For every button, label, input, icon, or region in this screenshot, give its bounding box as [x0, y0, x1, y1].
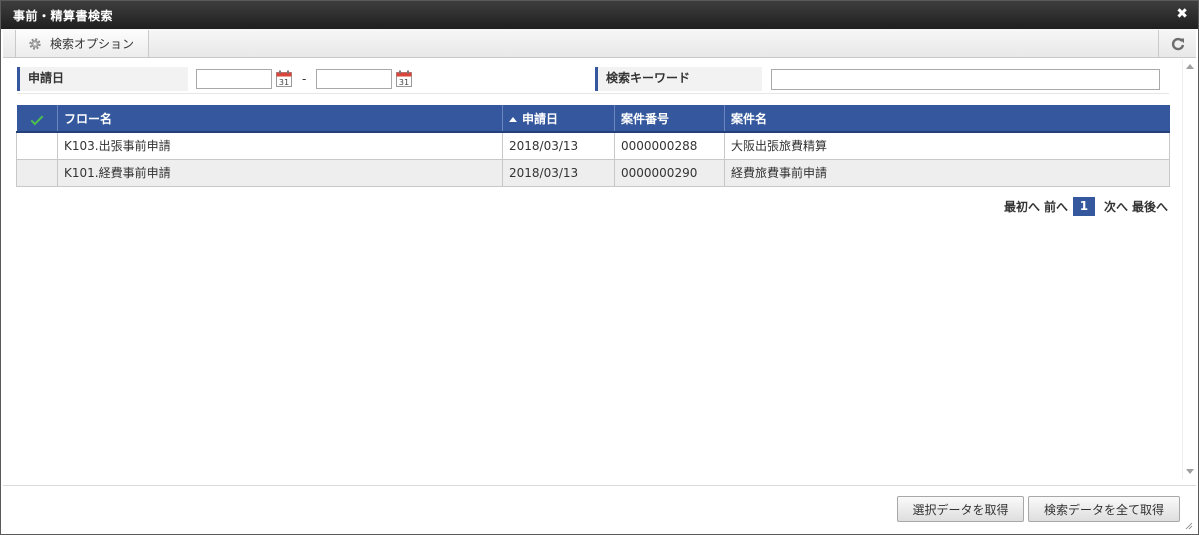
svg-text:31: 31	[399, 78, 409, 87]
divider	[17, 93, 1169, 94]
pager-next[interactable]: 次へ	[1104, 198, 1128, 215]
cell-flow: K101.経費事前申請	[57, 158, 503, 187]
search-conditions: 申請日 31 - 31 検索キーワード	[17, 65, 1169, 93]
column-header-date[interactable]: 申請日	[502, 105, 615, 133]
gear-icon	[29, 37, 41, 50]
pager-prev[interactable]: 前へ	[1044, 198, 1068, 215]
row-select-cell[interactable]	[16, 131, 58, 160]
scroll-up-arrow-icon[interactable]	[1186, 64, 1194, 69]
date-label: 申請日	[17, 67, 188, 91]
refresh-button[interactable]	[1158, 30, 1196, 57]
date-to-input[interactable]	[316, 69, 392, 89]
sort-ascending-icon	[509, 116, 517, 122]
pagination: 最初へ 前へ 1 次へ 最後へ	[1000, 197, 1168, 216]
column-header-number[interactable]: 案件番号	[614, 105, 725, 133]
cell-date: 2018/03/13	[502, 131, 615, 160]
dialog-titlebar[interactable]: 事前・精算書検索 ✖	[1, 1, 1198, 29]
calendar-icon[interactable]: 31	[396, 70, 412, 87]
get-selected-data-button[interactable]: 選択データを取得	[897, 496, 1024, 522]
svg-text:31: 31	[279, 78, 289, 87]
date-separator: -	[302, 72, 307, 86]
cell-date: 2018/03/13	[502, 158, 615, 187]
pager-first[interactable]: 最初へ	[1004, 198, 1040, 215]
refresh-icon	[1171, 37, 1184, 50]
column-header-name[interactable]: 案件名	[724, 105, 1170, 133]
get-all-data-button[interactable]: 検索データを全て取得	[1028, 496, 1180, 522]
pager-current-page[interactable]: 1	[1072, 197, 1095, 216]
scroll-down-arrow-icon[interactable]	[1186, 469, 1194, 474]
resize-grip-icon[interactable]	[1185, 522, 1193, 530]
table-row[interactable]: K103.出張事前申請 2018/03/13 0000000288 大阪出張旅費…	[16, 131, 1170, 160]
search-dialog: 事前・精算書検索 ✖ 検索オプション 申請日 31 - 31 検索キーワード フ…	[0, 0, 1199, 535]
close-icon[interactable]: ✖	[1176, 6, 1188, 22]
row-select-cell[interactable]	[16, 158, 58, 187]
cell-flow: K103.出張事前申請	[57, 131, 503, 160]
search-option-tab[interactable]: 検索オプション	[15, 30, 149, 57]
keyword-label: 検索キーワード	[595, 67, 762, 91]
toolbar: 検索オプション	[3, 29, 1196, 58]
search-option-label: 検索オプション	[50, 37, 135, 51]
select-all-check-icon[interactable]	[16, 105, 58, 133]
calendar-icon[interactable]: 31	[276, 70, 292, 87]
cell-name: 大阪出張旅費精算	[724, 131, 1170, 160]
results-table: フロー名 申請日 案件番号 案件名 K103.出張事前申請 2018/03/13…	[16, 105, 1170, 187]
keyword-input[interactable]	[771, 69, 1160, 90]
dialog-footer: 選択データを取得 検索データを全て取得	[3, 485, 1196, 533]
table-header-row: フロー名 申請日 案件番号 案件名	[16, 105, 1170, 133]
cell-number: 0000000288	[614, 131, 725, 160]
table-row[interactable]: K101.経費事前申請 2018/03/13 0000000290 経費旅費事前…	[16, 158, 1170, 187]
cell-number: 0000000290	[614, 158, 725, 187]
date-from-input[interactable]	[196, 69, 272, 89]
dialog-title: 事前・精算書検索	[13, 9, 114, 23]
column-header-flow[interactable]: フロー名	[57, 105, 503, 133]
cell-name: 経費旅費事前申請	[724, 158, 1170, 187]
vertical-scrollbar[interactable]	[1182, 59, 1196, 479]
pager-last[interactable]: 最後へ	[1132, 198, 1168, 215]
